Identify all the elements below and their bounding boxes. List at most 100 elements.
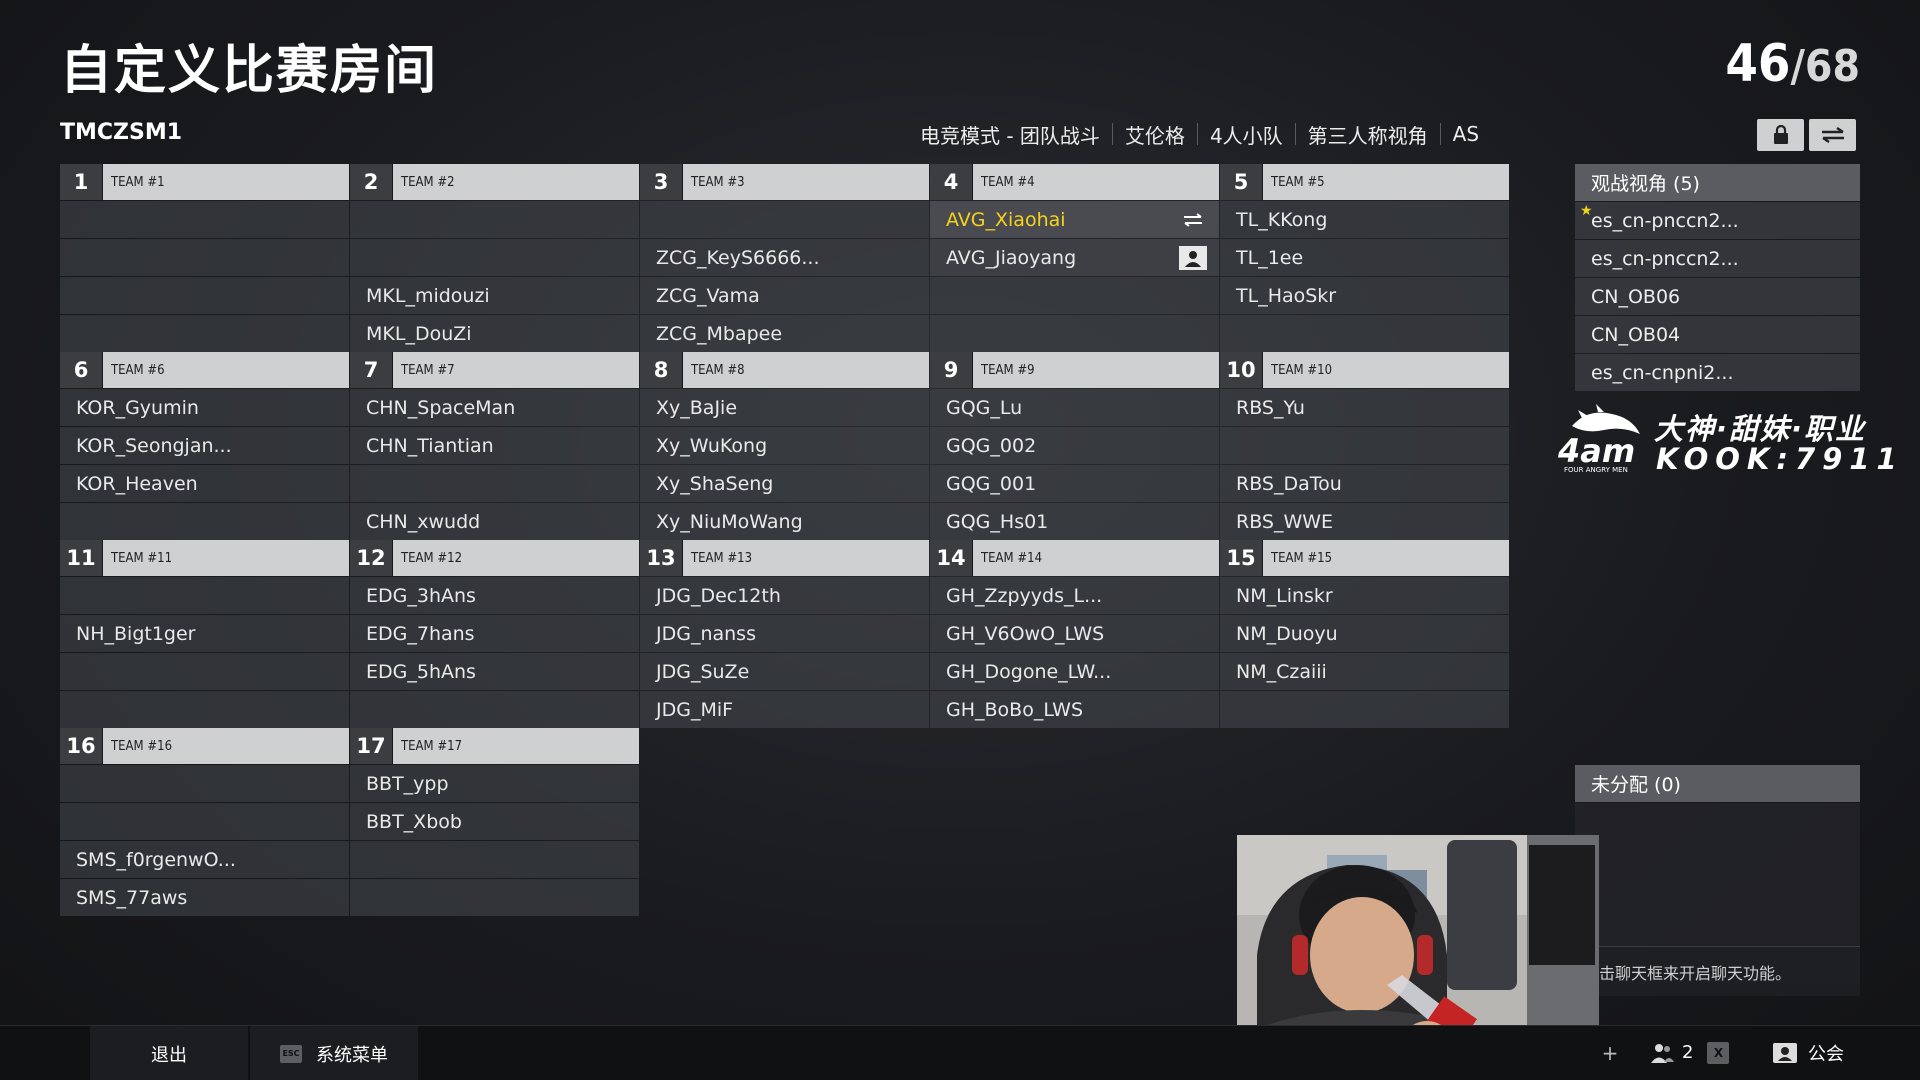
team-header[interactable]: 10 TEAM #10 [1220,352,1509,388]
player-slot[interactable]: CHN_Tiantian [350,427,639,464]
player-slot[interactable] [1220,427,1509,464]
player-slot[interactable] [60,201,349,238]
player-slot[interactable] [350,239,639,276]
player-slot[interactable]: ZCG_Vama [640,277,929,314]
player-slot[interactable]: ZCG_Mbapee [640,315,929,352]
team-header[interactable]: 7 TEAM #7 [350,352,639,388]
spectator-header[interactable]: 观战视角 (5) [1575,164,1860,201]
spectator-item[interactable]: ★ es_cn-pnccn2... [1575,202,1860,239]
player-slot[interactable] [350,879,639,916]
player-slot[interactable] [60,577,349,614]
team-header[interactable]: 5 TEAM #5 [1220,164,1509,200]
team-header[interactable]: 4 TEAM #4 [930,164,1219,200]
player-slot[interactable]: SMS_77aws [60,879,349,916]
player-slot[interactable]: JDG_MiF [640,691,929,728]
team-header[interactable]: 6 TEAM #6 [60,352,349,388]
player-slot[interactable]: EDG_7hans [350,615,639,652]
player-slot[interactable]: RBS_WWE [1220,503,1509,540]
swap-icon[interactable] [1179,208,1207,232]
player-slot[interactable]: CHN_SpaceMan [350,389,639,426]
player-slot[interactable]: RBS_DaTou [1220,465,1509,502]
player-slot[interactable]: CHN_xwudd [350,503,639,540]
player-slot[interactable]: EDG_3hAns [350,577,639,614]
player-slot[interactable]: GQG_Hs01 [930,503,1219,540]
player-slot[interactable] [60,315,349,352]
player-slot[interactable]: EDG_5hAns [350,653,639,690]
player-slot[interactable] [60,653,349,690]
player-slot[interactable]: GQG_Lu [930,389,1219,426]
player-slot[interactable]: NM_Duoyu [1220,615,1509,652]
player-slot[interactable]: KOR_Heaven [60,465,349,502]
player-slot[interactable] [60,239,349,276]
player-slot[interactable]: Xy_ShaSeng [640,465,929,502]
player-slot[interactable]: NH_Bigt1ger [60,615,349,652]
chat-input-hint[interactable]: 击聊天框来开启聊天功能。 [1597,946,1860,996]
team-header[interactable]: 3 TEAM #3 [640,164,929,200]
player-slot-highlighted[interactable]: AVG_Xiaohai [930,201,1219,238]
spectator-item[interactable]: CN_OB04 [1575,316,1860,353]
player-slot[interactable]: Xy_BaJie [640,389,929,426]
player-slot[interactable] [60,691,349,728]
team-header[interactable]: 17 TEAM #17 [350,728,639,764]
exit-button[interactable]: 退出 [90,1026,248,1080]
team-header[interactable]: 13 TEAM #13 [640,540,929,576]
player-slot[interactable] [350,465,639,502]
team-header[interactable]: 9 TEAM #9 [930,352,1219,388]
player-slot[interactable] [350,201,639,238]
player-slot[interactable] [60,277,349,314]
lock-button[interactable] [1757,119,1804,151]
player-slot[interactable]: JDG_nanss [640,615,929,652]
spectator-item[interactable]: es_cn-pnccn2... [1575,240,1860,277]
spectator-item[interactable]: es_cn-cnpni2... [1575,354,1860,391]
player-slot[interactable]: GH_BoBo_LWS [930,691,1219,728]
team-header[interactable]: 8 TEAM #8 [640,352,929,388]
add-friend-button[interactable]: + [1596,1025,1624,1080]
player-slot[interactable]: GH_Dogone_LW... [930,653,1219,690]
player-slot[interactable]: SMS_f0rgenwO... [60,841,349,878]
player-slot[interactable] [60,765,349,802]
player-slot[interactable] [1220,315,1509,352]
player-slot[interactable]: RBS_Yu [1220,389,1509,426]
team-header[interactable]: 12 TEAM #12 [350,540,639,576]
player-slot[interactable]: JDG_SuZe [640,653,929,690]
player-slot[interactable]: GH_V6OwO_LWS [930,615,1219,652]
player-slot[interactable]: BBT_ypp [350,765,639,802]
player-slot[interactable]: MKL_midouzi [350,277,639,314]
team-header[interactable]: 14 TEAM #14 [930,540,1219,576]
player-slot[interactable]: KOR_Gyumin [60,389,349,426]
unassigned-header[interactable]: 未分配 (0) [1575,765,1860,802]
player-slot[interactable]: Xy_WuKong [640,427,929,464]
player-slot[interactable]: NM_Linskr [1220,577,1509,614]
system-menu-button[interactable]: ESC 系统菜单 [250,1026,418,1080]
player-slot[interactable]: MKL_DouZi [350,315,639,352]
friends-button[interactable]: 2 X [1650,1025,1730,1080]
player-slot[interactable] [640,201,929,238]
player-slot[interactable] [60,803,349,840]
team-header[interactable]: 16 TEAM #16 [60,728,349,764]
player-slot[interactable] [60,503,349,540]
player-slot[interactable]: TL_HaoSkr [1220,277,1509,314]
player-slot[interactable]: GQG_002 [930,427,1219,464]
player-slot-self[interactable]: AVG_Jiaoyang [930,239,1219,276]
player-slot[interactable] [930,277,1219,314]
player-slot[interactable]: NM_Czaiii [1220,653,1509,690]
player-slot[interactable]: GH_Zzpyyds_L... [930,577,1219,614]
player-slot[interactable] [930,315,1219,352]
player-slot[interactable]: ZCG_KeyS6666... [640,239,929,276]
swap-button[interactable] [1809,119,1856,151]
player-slot[interactable]: BBT_Xbob [350,803,639,840]
player-slot[interactable]: TL_1ee [1220,239,1509,276]
player-slot[interactable]: KOR_Seongjan... [60,427,349,464]
player-slot[interactable] [350,841,639,878]
player-slot[interactable] [1220,691,1509,728]
player-slot[interactable]: JDG_Dec12th [640,577,929,614]
team-header[interactable]: 2 TEAM #2 [350,164,639,200]
player-slot[interactable]: Xy_NiuMoWang [640,503,929,540]
player-slot[interactable] [350,691,639,728]
player-slot[interactable]: TL_KKong [1220,201,1509,238]
team-header[interactable]: 15 TEAM #15 [1220,540,1509,576]
team-header[interactable]: 1 TEAM #1 [60,164,349,200]
spectator-item[interactable]: CN_OB06 [1575,278,1860,315]
player-slot[interactable]: GQG_001 [930,465,1219,502]
team-header[interactable]: 11 TEAM #11 [60,540,349,576]
